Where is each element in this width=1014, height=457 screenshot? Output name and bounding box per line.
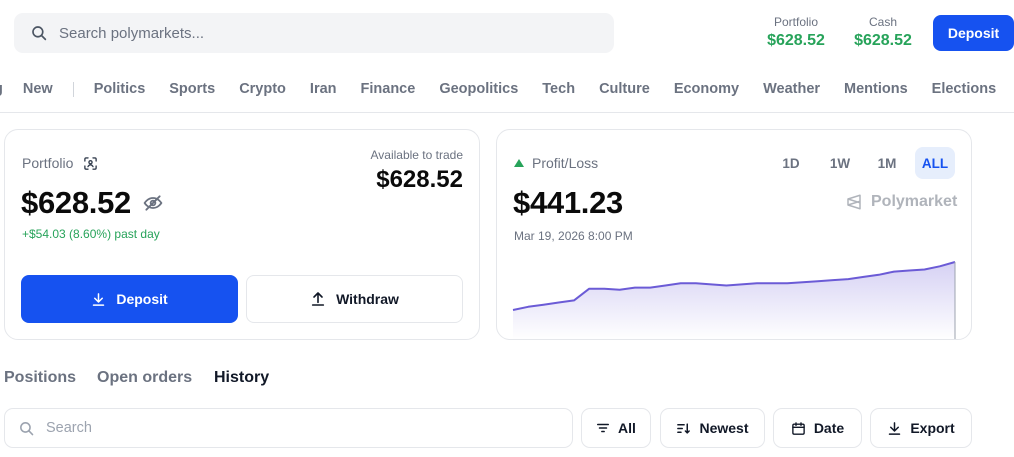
header-cash-stat[interactable]: Cash $628.52	[847, 15, 919, 50]
filter-all-button[interactable]: All	[581, 408, 651, 448]
profit-loss-card: Profit/Loss $441.23 Mar 19, 2026 8:00 PM…	[496, 129, 972, 340]
global-search-input[interactable]	[59, 24, 579, 42]
nav-item-elections[interactable]: Elections	[932, 81, 996, 97]
search-icon	[20, 421, 34, 435]
portfolio-card-label: Portfolio	[22, 155, 74, 171]
range-1d-button[interactable]: 1D	[773, 147, 809, 179]
nav-item-crypto[interactable]: Crypto	[239, 81, 286, 97]
profit-loss-label: Profit/Loss	[532, 155, 599, 171]
download-icon	[889, 421, 901, 435]
sort-icon	[677, 422, 691, 434]
nav-item-politics[interactable]: Politics	[94, 81, 146, 97]
filter-lines-icon	[597, 423, 610, 433]
polymarket-watermark: Polymarket	[845, 193, 957, 211]
nav-item-new[interactable]: New	[23, 81, 53, 97]
header-cash-label: Cash	[868, 15, 897, 29]
tab-open-orders[interactable]: Open orders	[97, 369, 192, 387]
nav-item-economy[interactable]: Economy	[674, 81, 739, 97]
range-1m-button[interactable]: 1M	[867, 147, 907, 179]
history-search-bar[interactable]	[4, 408, 573, 448]
category-nav: g New Politics Sports Crypto Iran Financ…	[0, 70, 1014, 108]
date-filter-label: Date	[813, 420, 845, 436]
header-deposit-button[interactable]: Deposit	[933, 15, 1014, 51]
profit-loss-value: $441.23	[513, 185, 623, 220]
calendar-icon	[792, 421, 805, 435]
polymarket-watermark-text: Polymarket	[871, 193, 958, 210]
portfolio-card-change: +$54.03 (8.60%) past day	[22, 227, 160, 241]
nav-item-mentions[interactable]: Mentions	[844, 81, 908, 97]
portfolio-card: Portfolio $628.52 +$54.03 (8.60%) past d…	[4, 129, 480, 340]
portfolio-card-value: $628.52	[21, 185, 131, 220]
export-label: Export	[910, 420, 955, 436]
available-to-trade-label: Available to trade	[370, 148, 463, 162]
scan-face-icon[interactable]	[83, 156, 98, 171]
nav-separator	[72, 81, 74, 97]
nav-item-culture[interactable]: Culture	[599, 81, 650, 97]
profit-loss-date: Mar 19, 2026 8:00 PM	[514, 229, 633, 243]
card-withdraw-button[interactable]: Withdraw	[246, 275, 463, 323]
nav-item-finance[interactable]: Finance	[361, 81, 416, 97]
profit-loss-header: Profit/Loss	[514, 155, 598, 171]
nav-item-weather[interactable]: Weather	[763, 81, 820, 97]
sort-newest-label: Newest	[699, 420, 749, 436]
nav-divider	[0, 112, 1014, 113]
tab-positions[interactable]: Positions	[4, 369, 76, 387]
nav-item-partial-left[interactable]: g	[0, 81, 3, 97]
filter-all-label: All	[618, 420, 636, 436]
portfolio-card-value-row: $628.52	[21, 185, 163, 221]
header-portfolio-value: $628.52	[767, 32, 825, 49]
upload-icon	[311, 292, 325, 306]
nav-item-sports[interactable]: Sports	[169, 81, 215, 97]
sort-newest-button[interactable]: Newest	[660, 408, 765, 448]
nav-item-geopolitics[interactable]: Geopolitics	[439, 81, 518, 97]
search-icon	[32, 26, 47, 41]
eye-off-icon[interactable]	[143, 193, 163, 213]
header-portfolio-stat[interactable]: Portfolio $628.52	[760, 15, 832, 50]
card-withdraw-label: Withdraw	[336, 291, 399, 307]
card-deposit-label: Deposit	[116, 291, 168, 307]
card-deposit-button[interactable]: Deposit	[21, 275, 238, 323]
global-search-bar[interactable]	[14, 13, 614, 53]
nav-item-iran[interactable]: Iran	[310, 81, 337, 97]
header-portfolio-label: Portfolio	[773, 15, 819, 29]
profit-loss-chart	[512, 261, 956, 339]
nav-item-tech[interactable]: Tech	[542, 81, 575, 97]
trend-up-icon	[514, 159, 524, 167]
range-1w-button[interactable]: 1W	[820, 147, 860, 179]
export-button[interactable]: Export	[870, 408, 972, 448]
tab-history[interactable]: History	[214, 369, 269, 387]
header-cash-value: $628.52	[854, 32, 912, 49]
portfolio-card-header: Portfolio	[22, 155, 98, 171]
history-search-input[interactable]	[46, 420, 546, 436]
polymarket-logo-icon	[847, 194, 861, 210]
range-all-button[interactable]: ALL	[915, 147, 955, 179]
date-filter-button[interactable]: Date	[773, 408, 862, 448]
available-to-trade-value: $628.52	[376, 166, 463, 193]
download-icon	[93, 292, 105, 306]
